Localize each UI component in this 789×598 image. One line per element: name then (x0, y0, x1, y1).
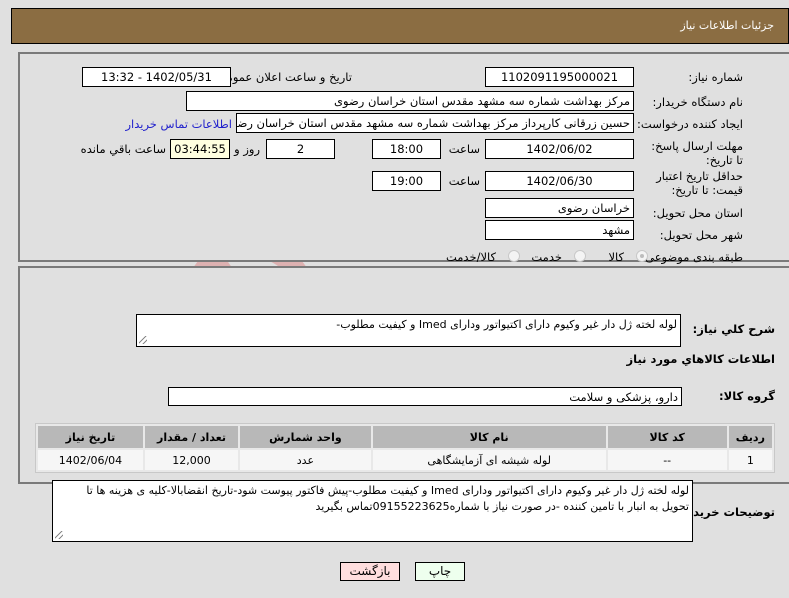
announce-field: 1402/05/31 - 13:32 (82, 67, 231, 87)
category-option-goods: کالا (608, 250, 624, 264)
province-field: خراسان رضوی (485, 198, 634, 218)
category-option-goods-service: کالا/خدمت (445, 250, 496, 264)
goods-section-title: اطلاعات کالاهاي مورد نياز (626, 352, 775, 366)
col-name: نام کالا (372, 426, 606, 448)
buyer-org-field: مرکز بهداشت شماره سه مشهد مقدس استان خرا… (186, 91, 634, 111)
col-date: تاريخ نياز (38, 426, 143, 448)
reply-date-field: 1402/06/02 (485, 139, 634, 159)
cell-qty: 12,000 (144, 450, 239, 470)
days-remaining-field: 2 (266, 139, 335, 159)
goods-group-field: دارو، پزشکی و سلامت (168, 387, 682, 406)
need-number-field: 1102091195000021 (485, 67, 634, 87)
need-number-label: شماره نياز: (688, 70, 743, 84)
category-radio-service[interactable] (574, 250, 586, 262)
cell-date: 1402/06/04 (38, 450, 143, 470)
category-label: طبقه بندی موضوعی: (641, 250, 743, 264)
price-validity-date-field: 1402/06/30 (485, 171, 634, 191)
buyer-notes-text: لوله لخته ژل دار غیر وکیوم دارای اکتیوات… (86, 484, 689, 513)
reply-time-field: 18:00 (372, 139, 441, 159)
col-unit: واحد شمارش (240, 426, 371, 448)
cell-code: -- (607, 450, 727, 470)
category-radio-goods[interactable] (636, 250, 648, 262)
requester-field: حسین زرقانی کارپرداز مرکز بهداشت شماره س… (236, 113, 634, 133)
summary-text: لوله لخته ژل دار غیر وکیوم دارای اکتیوات… (336, 318, 677, 331)
col-row: رديف (728, 426, 772, 448)
goods-group-label: گروه کالا: (719, 389, 775, 403)
reply-time-label: ساعت (448, 142, 480, 156)
time-remaining-label: ساعت باقي مانده (80, 142, 166, 156)
category-option-service: خدمت (531, 250, 562, 264)
goods-table-header: رديف کد کالا نام کالا واحد شمارش تعداد /… (38, 426, 772, 448)
city-label: شهر محل تحويل: (659, 228, 743, 242)
days-label: روز و (234, 142, 260, 156)
summary-textarea[interactable]: لوله لخته ژل دار غیر وکیوم دارای اکتیوات… (136, 314, 681, 347)
cell-row: 1 (728, 450, 772, 470)
col-qty: تعداد / مقدار (144, 426, 239, 448)
price-validity-time-field: 19:00 (372, 171, 441, 191)
summary-label: شرح کلي نياز: (692, 322, 775, 336)
province-label: استان محل تحويل: (652, 206, 743, 220)
requester-label: ايجاد كننده درخواست: (637, 117, 743, 131)
price-validity-time-label: ساعت (448, 174, 480, 188)
buyer-contact-link[interactable]: اطلاعات تماس خريدار (125, 117, 232, 131)
cell-name: لوله شیشه ای آزمایشگاهی (372, 450, 606, 470)
goods-table: رديف کد کالا نام کالا واحد شمارش تعداد /… (35, 423, 775, 473)
time-remaining-field: 03:44:55 (170, 139, 230, 159)
cell-unit: عدد (240, 450, 371, 470)
resize-grip-icon[interactable] (55, 531, 63, 539)
page-header: جزئيات اطلاعات نياز (11, 8, 789, 44)
back-button[interactable]: بازگشت (340, 562, 400, 581)
page-title: جزئيات اطلاعات نياز (680, 19, 774, 32)
city-field: مشهد (485, 220, 634, 240)
announce-label: تاريخ و ساعت اعلان عمومي: (213, 70, 352, 84)
buyer-notes-textarea[interactable]: لوله لخته ژل دار غیر وکیوم دارای اکتیوات… (52, 480, 693, 542)
category-radio-goods-service[interactable] (508, 250, 520, 262)
resize-grip-icon[interactable] (139, 336, 147, 344)
buyer-org-label: نام دستگاه خريدار: (652, 95, 743, 109)
col-code: کد کالا (607, 426, 727, 448)
print-button[interactable]: چاپ (415, 562, 465, 581)
reply-deadline-label: مهلت ارسال پاسخ: تا تاريخ: (651, 139, 743, 167)
price-validity-label: حداقل تاريخ اعتبار قيمت: تا تاريخ: (656, 169, 743, 197)
table-row: 1 -- لوله شیشه ای آزمایشگاهی عدد 12,000 … (38, 450, 772, 470)
